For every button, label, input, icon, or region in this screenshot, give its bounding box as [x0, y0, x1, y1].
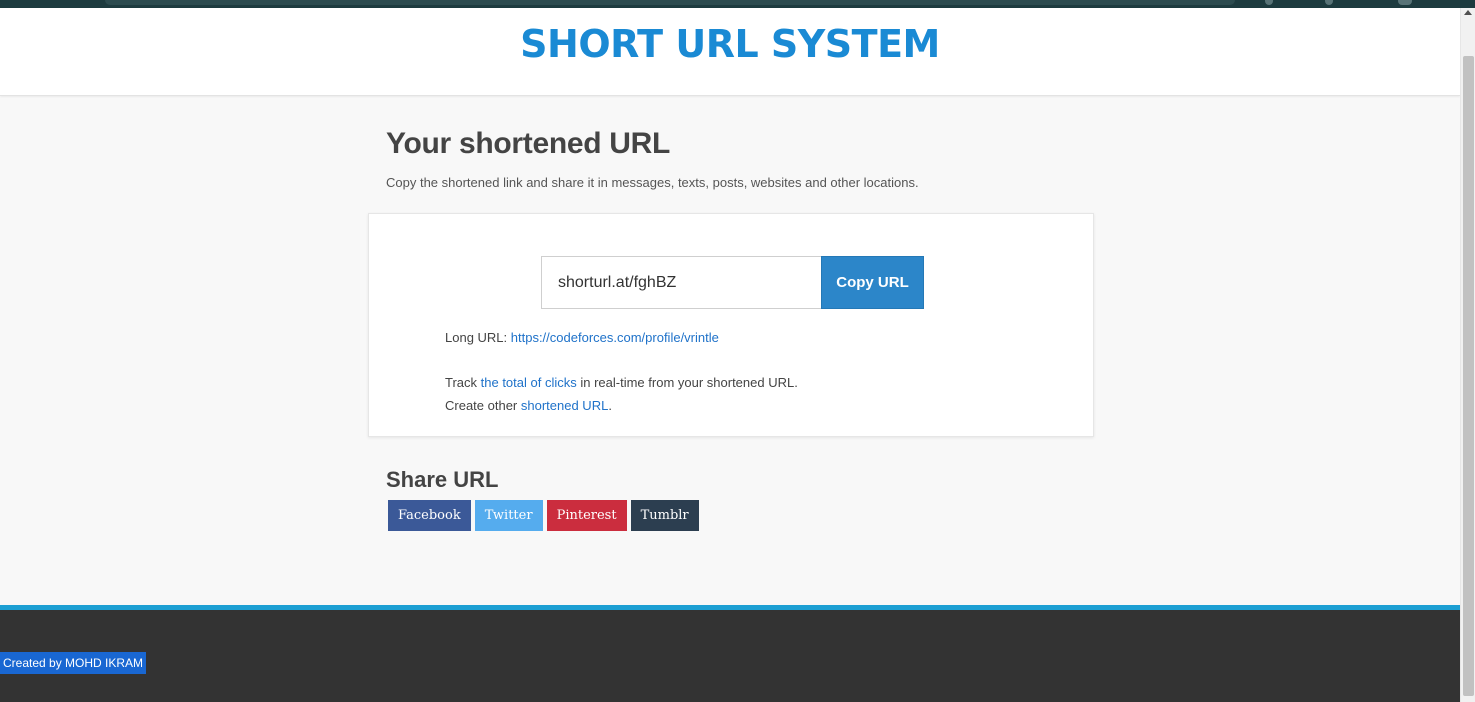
page-subtitle: Copy the shortened link and share it in …: [386, 175, 919, 190]
create-suffix: .: [608, 398, 612, 413]
create-prefix: Create other: [445, 398, 521, 413]
site-footer: Created by MOHD IKRAM: [0, 605, 1460, 702]
page-scrollbar[interactable]: [1460, 8, 1475, 702]
short-url-card: Copy URL Long URL: https://codeforces.co…: [368, 213, 1094, 437]
profile-avatar-icon[interactable]: [1398, 0, 1412, 5]
total-clicks-link[interactable]: the total of clicks: [481, 375, 577, 390]
share-buttons: Facebook Twitter Pinterest Tumblr: [388, 500, 699, 531]
share-twitter-button[interactable]: Twitter: [474, 500, 543, 531]
footer-credit: Created by MOHD IKRAM: [0, 652, 147, 674]
address-bar[interactable]: [105, 0, 1235, 5]
create-other-line: Create other shortened URL.: [445, 398, 612, 413]
scrollbar-thumb[interactable]: [1463, 56, 1474, 696]
scroll-up-arrow-icon[interactable]: [1464, 10, 1472, 15]
site-header: SHORT URL SYSTEM: [0, 8, 1460, 96]
site-title[interactable]: SHORT URL SYSTEM: [0, 22, 1460, 66]
browser-toolbar-strip: [0, 0, 1475, 8]
shortened-url-link[interactable]: shortened URL: [521, 398, 608, 413]
copy-url-button[interactable]: Copy URL: [821, 256, 924, 309]
page-heading: Your shortened URL: [386, 127, 671, 160]
short-url-input[interactable]: [541, 256, 822, 309]
track-prefix: Track: [445, 375, 481, 390]
long-url-line: Long URL: https://codeforces.com/profile…: [445, 330, 719, 345]
track-clicks-line: Track the total of clicks in real-time f…: [445, 375, 798, 390]
extension-icon[interactable]: [1325, 0, 1333, 5]
share-pinterest-button[interactable]: Pinterest: [546, 500, 627, 531]
long-url-link[interactable]: https://codeforces.com/profile/vrintle: [511, 330, 719, 345]
track-suffix: in real-time from your shortened URL.: [576, 375, 798, 390]
share-heading: Share URL: [386, 467, 499, 492]
extension-icon[interactable]: [1265, 0, 1273, 5]
share-facebook-button[interactable]: Facebook: [388, 500, 471, 531]
long-url-label: Long URL:: [445, 330, 511, 345]
share-tumblr-button[interactable]: Tumblr: [630, 500, 699, 531]
